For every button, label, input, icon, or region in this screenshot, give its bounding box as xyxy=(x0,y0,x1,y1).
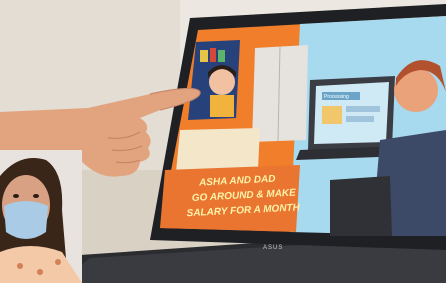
cartoon-laptop-row-2 xyxy=(346,116,374,122)
laptop-screen: Processing ASHA AND DAD GO AROUND & MAKE… xyxy=(160,16,446,236)
face-mask xyxy=(4,201,48,239)
shirt-pattern-2 xyxy=(37,269,43,275)
right-eye xyxy=(33,194,39,198)
cartoon-laptop-row-1 xyxy=(346,106,380,112)
left-eye xyxy=(13,194,19,198)
inset-portrait xyxy=(0,150,82,283)
book-3 xyxy=(218,50,225,62)
cartoon-laptop-widget xyxy=(322,106,342,124)
shirt-pattern-3 xyxy=(55,259,61,265)
cartoon-child-body xyxy=(210,95,234,117)
book-1 xyxy=(200,50,208,62)
processing-label: Processing xyxy=(324,94,349,100)
cartoon-chair xyxy=(330,176,392,236)
cartoon-child-face xyxy=(209,69,235,95)
photo-scene: Processing ASHA AND DAD GO AROUND & MAKE… xyxy=(0,0,446,283)
cartoon-desk xyxy=(176,128,260,172)
book-2 xyxy=(210,48,216,62)
scene-svg: Processing ASHA AND DAD GO AROUND & MAKE… xyxy=(0,0,446,283)
shirt-pattern-1 xyxy=(17,263,23,269)
laptop-brand-logo: ASUS xyxy=(263,245,283,251)
